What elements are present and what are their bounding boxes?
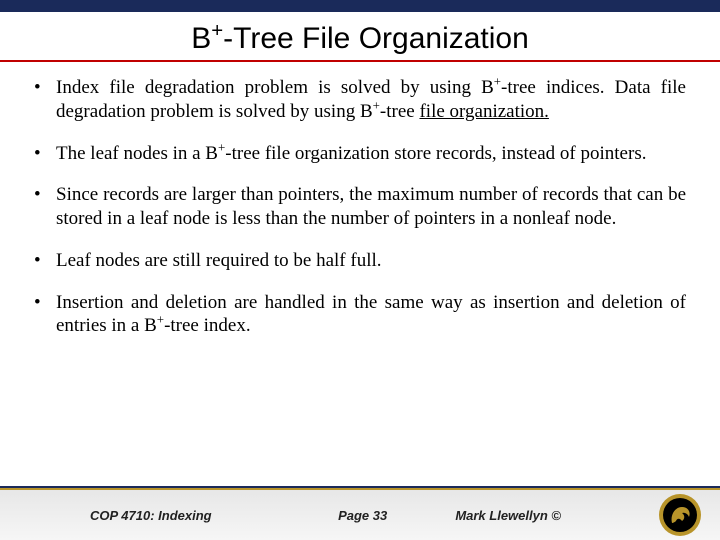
bullet-dot: • [34,76,56,124]
footer-author: Mark Llewellyn © [455,508,635,523]
footer-course: COP 4710: Indexing [90,508,270,523]
footer: COP 4710: Indexing Page 33 Mark Llewelly… [0,490,720,540]
bullet-dot: • [34,249,56,273]
bullet-dot: • [34,183,56,231]
bullet-text: Leaf nodes are still required to be half… [56,249,686,273]
slide-title: B+-Tree File Organization [0,12,720,60]
bullet-item: • The leaf nodes in a B+-tree file organ… [34,142,686,166]
title-underline [0,60,720,62]
bullet-text: The leaf nodes in a B+-tree file organiz… [56,142,686,166]
bullet-dot: • [34,291,56,339]
bullet-item: • Index file degradation problem is solv… [34,76,686,124]
bullet-text: Insertion and deletion are handled in th… [56,291,686,339]
bullet-item: • Leaf nodes are still required to be ha… [34,249,686,273]
bullet-text: Since records are larger than pointers, … [56,183,686,231]
content-area: • Index file degradation problem is solv… [0,76,720,338]
ucf-pegasus-logo-icon [658,493,702,537]
footer-page: Page 33 [293,508,433,523]
footer-wrap: COP 4710: Indexing Page 33 Mark Llewelly… [0,486,720,540]
bullet-item: • Insertion and deletion are handled in … [34,291,686,339]
bullet-item: • Since records are larger than pointers… [34,183,686,231]
bullet-text: Index file degradation problem is solved… [56,76,686,124]
bullet-dot: • [34,142,56,166]
top-bar [0,0,720,12]
